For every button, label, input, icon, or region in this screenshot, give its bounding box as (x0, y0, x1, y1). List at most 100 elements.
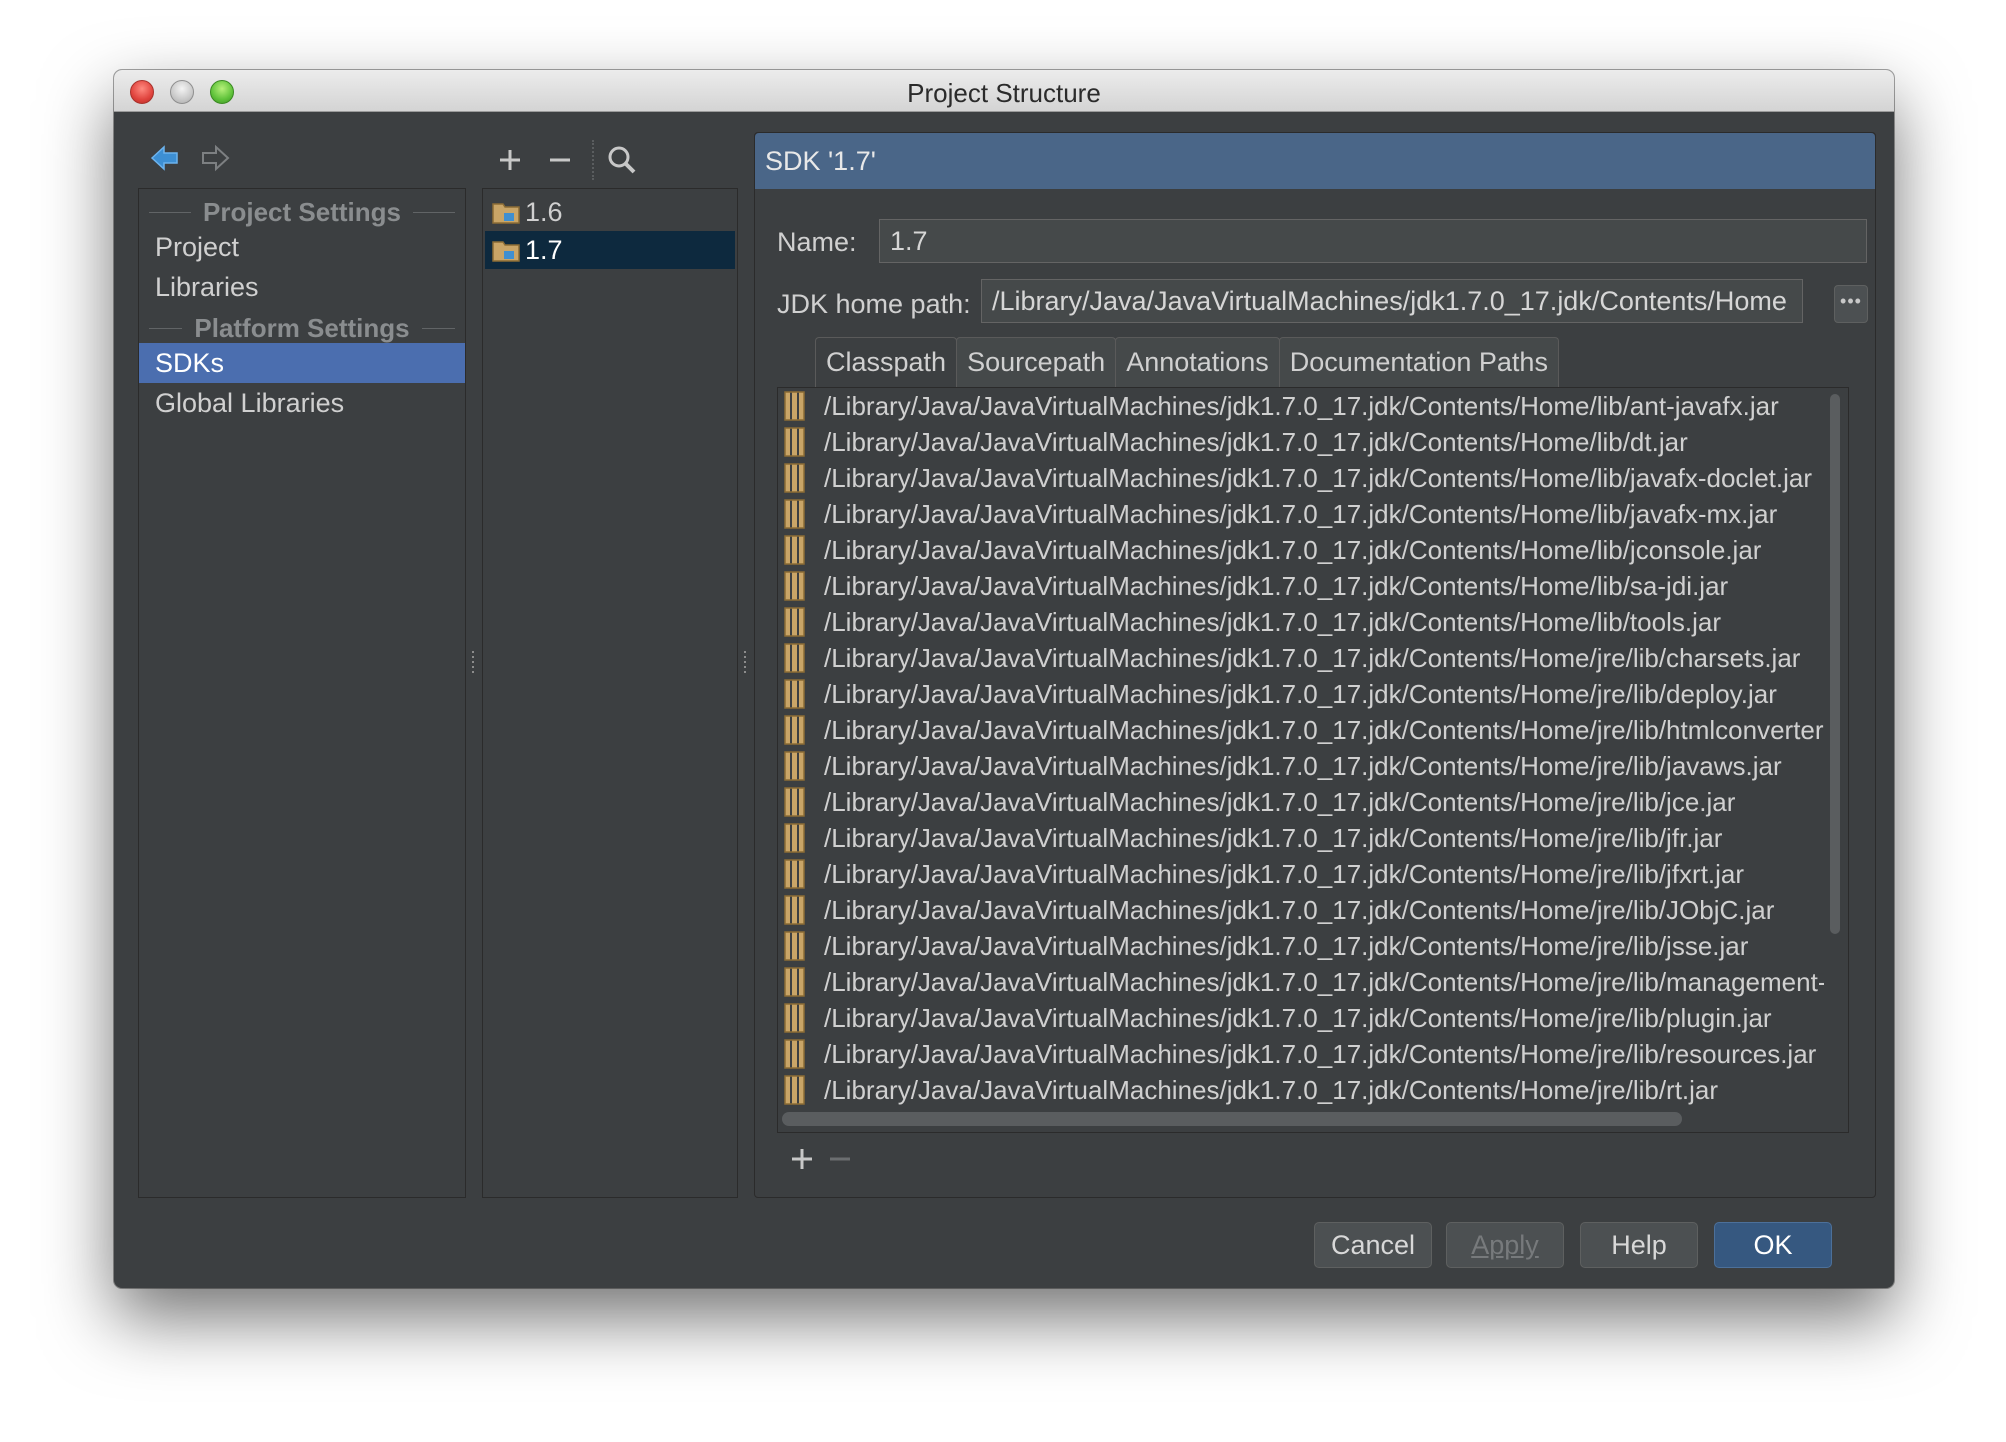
jar-icon (784, 787, 824, 817)
classpath-entry-path: /Library/Java/JavaVirtualMachines/jdk1.7… (824, 498, 1778, 529)
vertical-scrollbar[interactable] (1830, 394, 1840, 934)
jar-icon (784, 1003, 824, 1033)
name-field[interactable]: 1.7 (879, 219, 1867, 263)
jar-icon (784, 571, 824, 601)
sdk-folder-icon (492, 241, 520, 262)
jar-icon (784, 751, 824, 781)
jar-icon (784, 679, 824, 709)
classpath-entry[interactable]: /Library/Java/JavaVirtualMachines/jdk1.7… (778, 928, 1824, 964)
classpath-entry[interactable]: /Library/Java/JavaVirtualMachines/jdk1.7… (778, 1072, 1824, 1108)
classpath-entry-path: /Library/Java/JavaVirtualMachines/jdk1.7… (824, 894, 1775, 925)
sdk-item-1-7[interactable]: 1.7 (485, 231, 735, 269)
classpath-list[interactable]: /Library/Java/JavaVirtualMachines/jdk1.7… (777, 387, 1849, 1169)
sdk-item-1-6[interactable]: 1.6 (485, 193, 735, 231)
nav-item-libraries[interactable]: Libraries (139, 267, 465, 307)
classpath-entry[interactable]: /Library/Java/JavaVirtualMachines/jdk1.7… (778, 964, 1824, 1000)
classpath-entry-path: /Library/Java/JavaVirtualMachines/jdk1.7… (824, 462, 1813, 493)
classpath-entry-path: /Library/Java/JavaVirtualMachines/jdk1.7… (824, 750, 1782, 781)
classpath-entry[interactable]: /Library/Java/JavaVirtualMachines/jdk1.7… (778, 568, 1824, 604)
tab-annotations[interactable]: Annotations (1115, 337, 1280, 387)
classpath-entry[interactable]: /Library/Java/JavaVirtualMachines/jdk1.7… (778, 820, 1824, 856)
jar-icon (784, 895, 824, 925)
classpath-entry-path: /Library/Java/JavaVirtualMachines/jdk1.7… (824, 930, 1749, 961)
jar-icon (784, 715, 824, 745)
classpath-entry[interactable]: /Library/Java/JavaVirtualMachines/jdk1.7… (778, 460, 1824, 496)
jar-icon (784, 391, 824, 421)
apply-button: Apply (1446, 1222, 1564, 1268)
ok-button[interactable]: OK (1714, 1222, 1832, 1268)
tab-sourcepath[interactable]: Sourcepath (956, 337, 1117, 387)
sdk-tabs: Classpath Sourcepath Annotations Documen… (815, 337, 1559, 387)
sdk-list-panel: 1.6 1.7 (482, 188, 738, 1198)
window-title: Project Structure (907, 78, 1101, 108)
classpath-entry-path: /Library/Java/JavaVirtualMachines/jdk1.7… (824, 606, 1721, 637)
jar-icon (784, 535, 824, 565)
nav-item-project[interactable]: Project (139, 227, 465, 267)
left-splitter-handle[interactable] (470, 648, 476, 678)
tab-classpath[interactable]: Classpath (815, 337, 958, 387)
plus-icon[interactable] (786, 1143, 818, 1175)
arrow-left-icon[interactable] (148, 141, 182, 175)
horizontal-scrollbar[interactable] (782, 1112, 1682, 1126)
classpath-entry[interactable]: /Library/Java/JavaVirtualMachines/jdk1.7… (778, 388, 1824, 424)
nav-item-global-libraries[interactable]: Global Libraries (139, 383, 465, 423)
help-button[interactable]: Help (1580, 1222, 1698, 1268)
classpath-entry[interactable]: /Library/Java/JavaVirtualMachines/jdk1.7… (778, 604, 1824, 640)
classpath-entry-path: /Library/Java/JavaVirtualMachines/jdk1.7… (824, 390, 1779, 421)
sdk-details-header: SDK '1.7' (755, 133, 1875, 189)
middle-splitter-handle[interactable] (742, 648, 748, 678)
cancel-button[interactable]: Cancel (1314, 1222, 1432, 1268)
name-label: Name: (777, 227, 857, 257)
browse-button[interactable]: ••• (1834, 285, 1868, 323)
classpath-entry[interactable]: /Library/Java/JavaVirtualMachines/jdk1.7… (778, 532, 1824, 568)
tab-documentation-paths[interactable]: Documentation Paths (1278, 337, 1559, 387)
title-bar: Project Structure (114, 70, 1894, 112)
classpath-entry-path: /Library/Java/JavaVirtualMachines/jdk1.7… (824, 426, 1688, 457)
classpath-entry[interactable]: /Library/Java/JavaVirtualMachines/jdk1.7… (778, 676, 1824, 712)
classpath-entry-path: /Library/Java/JavaVirtualMachines/jdk1.7… (824, 678, 1777, 709)
classpath-entry-path: /Library/Java/JavaVirtualMachines/jdk1.7… (824, 570, 1729, 601)
classpath-entry[interactable]: /Library/Java/JavaVirtualMachines/jdk1.7… (778, 1036, 1824, 1072)
platform-settings-header: Platform Settings (139, 313, 465, 343)
classpath-entry-path: /Library/Java/JavaVirtualMachines/jdk1.7… (824, 534, 1762, 565)
classpath-entry[interactable]: /Library/Java/JavaVirtualMachines/jdk1.7… (778, 784, 1824, 820)
classpath-entry[interactable]: /Library/Java/JavaVirtualMachines/jdk1.7… (778, 856, 1824, 892)
classpath-list-viewport: /Library/Java/JavaVirtualMachines/jdk1.7… (778, 388, 1824, 1128)
classpath-entry-path: /Library/Java/JavaVirtualMachines/jdk1.7… (824, 1002, 1772, 1033)
classpath-entry-path: /Library/Java/JavaVirtualMachines/jdk1.7… (824, 714, 1824, 745)
jar-icon (784, 1075, 824, 1105)
jar-icon (784, 607, 824, 637)
classpath-list-toolbar (778, 1132, 1848, 1184)
classpath-entry[interactable]: /Library/Java/JavaVirtualMachines/jdk1.7… (778, 424, 1824, 460)
classpath-entry[interactable]: /Library/Java/JavaVirtualMachines/jdk1.7… (778, 712, 1824, 748)
minus-icon (824, 1143, 856, 1175)
jar-icon (784, 859, 824, 889)
jar-icon (784, 823, 824, 853)
sdk-details-panel: SDK '1.7' Name: 1.7 JDK home path: /Libr… (754, 132, 1876, 1198)
classpath-entry[interactable]: /Library/Java/JavaVirtualMachines/jdk1.7… (778, 748, 1824, 784)
plus-icon[interactable] (494, 144, 526, 176)
project-settings-header: Project Settings (139, 197, 465, 227)
sdk-folder-icon (492, 203, 520, 224)
classpath-entry-path: /Library/Java/JavaVirtualMachines/jdk1.7… (824, 966, 1824, 997)
jar-icon (784, 427, 824, 457)
jar-icon (784, 463, 824, 493)
classpath-entry-path: /Library/Java/JavaVirtualMachines/jdk1.7… (824, 1074, 1719, 1105)
arrow-right-icon[interactable] (198, 141, 232, 175)
minus-icon[interactable] (544, 144, 576, 176)
classpath-entry[interactable]: /Library/Java/JavaVirtualMachines/jdk1.7… (778, 892, 1824, 928)
classpath-entry[interactable]: /Library/Java/JavaVirtualMachines/jdk1.7… (778, 640, 1824, 676)
jdk-home-path-field[interactable]: /Library/Java/JavaVirtualMachines/jdk1.7… (981, 279, 1803, 323)
classpath-entry-path: /Library/Java/JavaVirtualMachines/jdk1.7… (824, 1038, 1817, 1069)
classpath-entry-path: /Library/Java/JavaVirtualMachines/jdk1.7… (824, 822, 1723, 853)
classpath-entry[interactable]: /Library/Java/JavaVirtualMachines/jdk1.7… (778, 496, 1824, 532)
settings-navigation-panel: Project Settings Project Libraries Platf… (138, 188, 466, 1198)
toolbar-separator (592, 140, 594, 180)
search-icon[interactable] (606, 144, 638, 176)
classpath-entry[interactable]: /Library/Java/JavaVirtualMachines/jdk1.7… (778, 1000, 1824, 1036)
classpath-entry-path: /Library/Java/JavaVirtualMachines/jdk1.7… (824, 786, 1736, 817)
nav-item-sdks[interactable]: SDKs (139, 343, 465, 383)
jar-icon (784, 499, 824, 529)
classpath-entry-path: /Library/Java/JavaVirtualMachines/jdk1.7… (824, 858, 1745, 889)
jar-icon (784, 931, 824, 961)
